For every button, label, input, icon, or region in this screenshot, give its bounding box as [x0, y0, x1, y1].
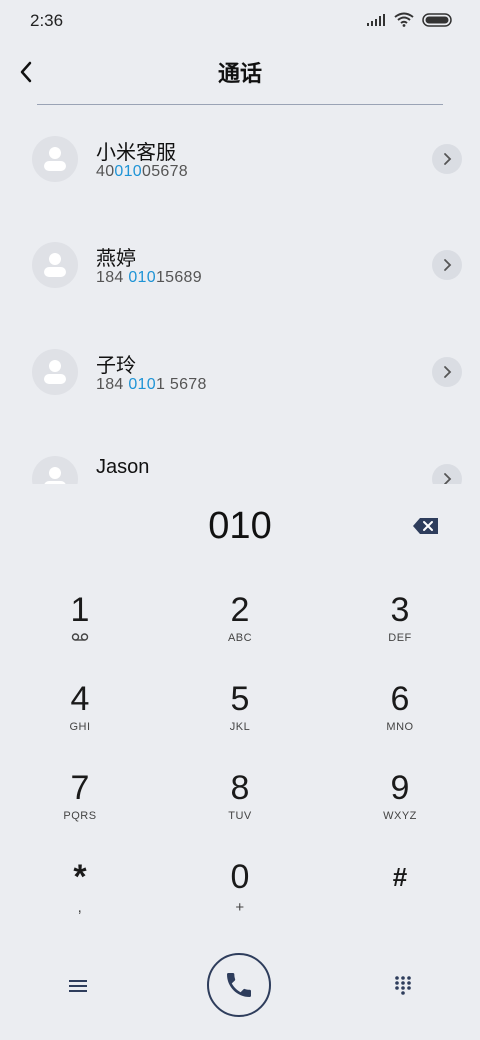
key-digit: 3 [390, 591, 410, 629]
contact-item[interactable]: 燕婷 184 01015689 [0, 218, 480, 324]
key-3[interactable]: 3 DEF [340, 590, 460, 670]
key-9[interactable]: 9 WXYZ [340, 768, 460, 848]
voicemail-icon [71, 633, 89, 641]
contact-details-button[interactable] [432, 144, 462, 174]
status-icons [366, 12, 452, 27]
avatar [32, 136, 78, 182]
contact-details-button[interactable] [432, 250, 462, 280]
status-time: 2:36 [30, 11, 64, 30]
contact-name: 燕婷 [96, 248, 136, 270]
contact-item[interactable]: Jason [0, 432, 480, 484]
key-digit: 7 [70, 769, 90, 807]
phone-icon [227, 973, 251, 997]
call-button[interactable] [207, 953, 271, 1017]
key-5[interactable]: 5 JKL [180, 679, 300, 759]
contact-number: 184 0101 5678 [96, 376, 207, 393]
key-letters [20, 632, 140, 646]
menu-button[interactable] [66, 974, 90, 998]
key-digit: # [392, 862, 408, 892]
avatar [32, 456, 78, 484]
chevron-right-icon [444, 473, 452, 484]
contact-number: 184 01015689 [96, 269, 202, 286]
key-6[interactable]: 6 MNO [340, 679, 460, 759]
header: 通话 [0, 48, 480, 94]
dialpad-toggle-button[interactable] [392, 974, 414, 996]
key-8[interactable]: 8 TUV [180, 768, 300, 848]
dial-input[interactable]: 010 [0, 505, 480, 551]
contact-item[interactable]: 子玲 184 0101 5678 [0, 325, 480, 431]
person-icon [44, 147, 66, 171]
contact-details-button[interactable] [432, 357, 462, 387]
key-letters: + [235, 899, 245, 916]
menu-icon [69, 980, 87, 992]
key-hash[interactable]: # [340, 857, 460, 937]
key-2[interactable]: 2 ABC [180, 590, 300, 670]
person-icon [44, 467, 66, 484]
dialpad-icon [395, 976, 411, 995]
key-letters: MNO [386, 721, 414, 733]
contact-name: 小米客服 [96, 142, 176, 164]
key-0[interactable]: 0 + [180, 857, 300, 937]
key-digit: 0 [230, 858, 250, 896]
key-digit: * [73, 858, 87, 896]
person-icon [44, 253, 66, 277]
key-letters [340, 899, 460, 913]
key-digit: 4 [70, 680, 90, 718]
key-letters: DEF [388, 632, 412, 644]
key-digit: 5 [230, 680, 250, 718]
contact-item[interactable]: 小米客服 4001005678 [0, 112, 480, 218]
key-letters: TUV [228, 810, 252, 822]
chevron-right-icon [444, 153, 452, 165]
chevron-right-icon [444, 259, 452, 271]
key-1[interactable]: 1 [20, 590, 140, 670]
wifi-icon [394, 12, 414, 27]
status-bar: 2:36 [0, 0, 480, 42]
contact-list: 小米客服 4001005678 燕婷 184 01015689 子玲 184 0… [0, 112, 480, 484]
key-letters: GHI [69, 721, 91, 733]
page-title: 通话 [217, 61, 262, 86]
key-letters: ABC [227, 632, 253, 644]
key-digit: 6 [390, 680, 410, 718]
person-icon [44, 360, 66, 384]
bottom-bar [0, 950, 480, 1022]
avatar [32, 242, 78, 288]
backspace-button[interactable] [412, 516, 440, 536]
contact-details-button[interactable] [432, 464, 462, 484]
backspace-icon [413, 518, 438, 534]
contact-name: 子玲 [96, 355, 136, 377]
key-letters: JKL [229, 721, 251, 733]
key-letters: PQRS [63, 810, 97, 822]
header-divider [37, 104, 443, 105]
contact-name: Jason [96, 456, 150, 478]
key-digit: 1 [70, 591, 90, 629]
contact-number: 4001005678 [96, 163, 189, 180]
key-letters: WXYZ [383, 810, 417, 822]
key-7[interactable]: 7 PQRS [20, 768, 140, 848]
key-digit: 8 [230, 769, 250, 807]
avatar [32, 349, 78, 395]
key-letters: , [77, 899, 83, 916]
signal-icon [367, 13, 385, 26]
key-star[interactable]: * , [20, 857, 140, 937]
key-4[interactable]: 4 GHI [20, 679, 140, 759]
key-digit: 2 [230, 591, 250, 629]
chevron-right-icon [444, 366, 452, 378]
battery-icon [422, 12, 452, 27]
key-digit: 9 [390, 769, 410, 807]
